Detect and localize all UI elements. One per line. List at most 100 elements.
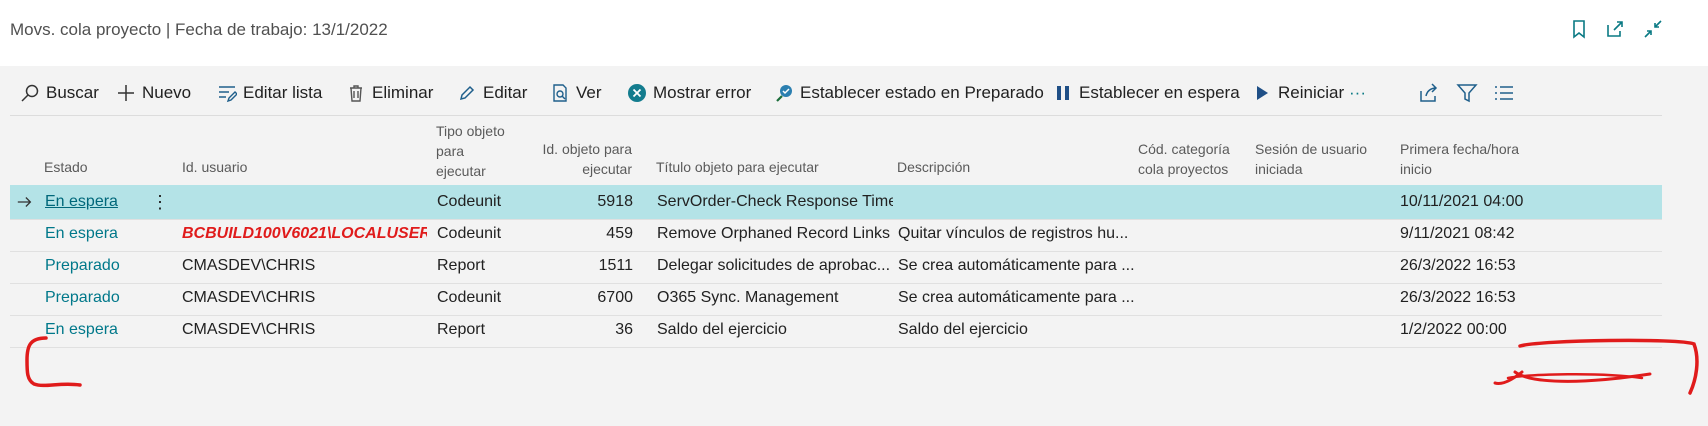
view-label: Ver [576, 83, 602, 102]
play-icon [1257, 86, 1268, 100]
filter-icon [1456, 84, 1478, 103]
cell-fecha: 10/11/2021 04:00 [1400, 193, 1524, 210]
cell-fecha: 1/2/2022 00:00 [1400, 321, 1507, 338]
column-header-descripcion[interactable]: Descripción [897, 157, 970, 177]
column-header-tipo-line1: Tipo objeto [436, 123, 505, 139]
search-label: Buscar [46, 83, 99, 102]
cell-titulo: Delegar solicitudes de aprobac... [657, 257, 891, 274]
cell-titulo: Saldo del ejercicio [657, 321, 787, 338]
column-header-tipo-line2: para [436, 143, 465, 159]
set-ready-label: Establecer estado en Preparado [800, 83, 1044, 102]
more-options-label: ··· [1349, 83, 1366, 102]
column-header-sesion[interactable]: Sesión de usuario iniciada [1255, 139, 1367, 179]
cell-titulo: ServOrder-Check Response Time [657, 193, 893, 210]
set-status-icon [776, 85, 792, 102]
list-view-icon [1495, 86, 1513, 100]
cell-id-objeto: 459 [606, 225, 633, 242]
open-new-window-icon[interactable] [1604, 18, 1626, 40]
search-button[interactable]: Buscar [20, 71, 99, 115]
column-header-fecha[interactable]: Primera fecha/hora inicio [1400, 139, 1519, 179]
filter-button[interactable] [1456, 71, 1478, 115]
set-ready-button[interactable]: Establecer estado en Preparado [774, 71, 1044, 115]
edit-button[interactable]: Editar [457, 71, 527, 115]
show-error-button[interactable]: Mostrar error [627, 71, 751, 115]
table-row[interactable]: Preparado CMASDEV\CHRIS Report 1511 Dele… [10, 249, 1662, 284]
cell-fecha: 9/11/2021 08:42 [1400, 225, 1515, 242]
header-actions [1558, 0, 1708, 60]
edit-list-button[interactable]: Editar lista [217, 71, 322, 115]
column-header-titulo[interactable]: Título objeto para ejecutar [656, 157, 819, 177]
cell-descripcion: Se crea automáticamente para ... [898, 289, 1134, 306]
cell-usuario: CMASDEV\CHRIS [182, 289, 316, 306]
row-actions-ellipsis-icon[interactable]: ⋮ [151, 185, 167, 219]
column-header-usuario[interactable]: Id. usuario [182, 157, 247, 177]
cell-tipo: Codeunit [437, 289, 502, 306]
row-selected-arrow-icon [16, 185, 36, 219]
table-row[interactable]: Preparado CMASDEV\CHRIS Codeunit 6700 O3… [10, 281, 1662, 316]
error-icon [628, 84, 646, 102]
cell-titulo: O365 Sync. Management [657, 289, 839, 306]
table-row[interactable]: En espera CMASDEV\CHRIS Report 36 Saldo … [10, 313, 1662, 348]
column-header-tipo-line3: ejecutar [436, 163, 486, 179]
cell-estado[interactable]: En espera [45, 185, 155, 219]
cell-estado[interactable]: Preparado [45, 249, 155, 283]
bookmark-icon[interactable] [1568, 18, 1590, 40]
cell-titulo: Remove Orphaned Record Links [657, 225, 891, 242]
view-button[interactable]: Ver [550, 71, 602, 115]
view-document-icon [553, 84, 567, 102]
cell-tipo: Codeunit [437, 193, 502, 210]
plus-icon [118, 85, 134, 101]
cell-estado[interactable]: En espera [45, 217, 155, 251]
page-title: Movs. cola proyecto | Fecha de trabajo: … [10, 20, 388, 39]
share-icon [1420, 83, 1438, 102]
column-header-id-line2: ejecutar [582, 161, 632, 177]
cell-tipo: Report [437, 257, 486, 274]
cell-estado[interactable]: Preparado [45, 281, 155, 315]
cell-id-objeto: 1511 [598, 257, 633, 274]
cell-usuario: CMASDEV\CHRIS [182, 321, 316, 338]
column-header-categoria-line2: cola proyectos [1138, 161, 1229, 177]
delete-button[interactable]: Eliminar [346, 71, 433, 115]
new-label: Nuevo [142, 83, 192, 102]
search-icon [21, 84, 39, 102]
show-error-label: Mostrar error [653, 83, 752, 102]
column-header-sesion-line2: iniciada [1255, 161, 1303, 177]
column-header-tipo[interactable]: Tipo objeto para ejecutar [436, 121, 505, 181]
table-row[interactable]: En espera BCBUILD100V6021\LOCALUSER Code… [10, 217, 1662, 252]
share-button[interactable] [1418, 71, 1440, 115]
column-header-fecha-line2: inicio [1400, 161, 1432, 177]
page-header: Movs. cola proyecto | Fecha de trabajo: … [0, 0, 1708, 66]
list-view-button[interactable] [1493, 71, 1515, 115]
cell-descripcion [898, 185, 1134, 219]
cell-tipo: Report [437, 321, 486, 338]
edit-label: Editar [483, 83, 528, 102]
column-header-sesion-line1: Sesión de usuario [1255, 141, 1368, 157]
new-button[interactable]: Nuevo [116, 71, 191, 115]
column-header-categoria-line1: Cód. categoría [1138, 141, 1230, 157]
cell-tipo: Codeunit [437, 225, 502, 242]
column-header-estado[interactable]: Estado [44, 157, 88, 177]
column-header-id-objeto[interactable]: Id. objeto para ejecutar [532, 139, 632, 179]
cell-fecha: 26/3/2022 16:53 [1400, 257, 1516, 274]
cell-descripcion: Saldo del ejercicio [898, 321, 1028, 338]
trash-icon [350, 85, 362, 102]
cell-id-objeto: 36 [615, 321, 633, 338]
table-row[interactable]: En espera ⋮ Codeunit 5918 ServOrder-Chec… [10, 185, 1662, 220]
set-on-hold-button[interactable]: Establecer en espera [1053, 71, 1240, 115]
column-header-categoria[interactable]: Cód. categoría cola proyectos [1138, 139, 1230, 179]
set-on-hold-label: Establecer en espera [1079, 83, 1240, 102]
restart-button[interactable]: Reiniciar [1252, 71, 1344, 115]
column-header-id-line1: Id. objeto para [542, 141, 632, 157]
restart-label: Reiniciar [1278, 83, 1345, 102]
more-options-button[interactable]: ··· [1349, 71, 1366, 115]
column-header-fecha-line1: Primera fecha/hora [1400, 141, 1520, 157]
cell-usuario: CMASDEV\CHRIS [182, 257, 316, 274]
edit-list-icon [219, 86, 237, 103]
cell-usuario: BCBUILD100V6021\LOCALUSER [182, 225, 427, 242]
cell-estado[interactable]: En espera [45, 313, 155, 347]
action-toolbar: Buscar Nuevo Editar lista Eliminar Edita… [10, 71, 1662, 116]
collapse-icon[interactable] [1642, 18, 1664, 40]
cell-usuario [182, 185, 427, 219]
cell-id-objeto: 5918 [597, 193, 633, 210]
cell-id-objeto: 6700 [597, 289, 633, 306]
